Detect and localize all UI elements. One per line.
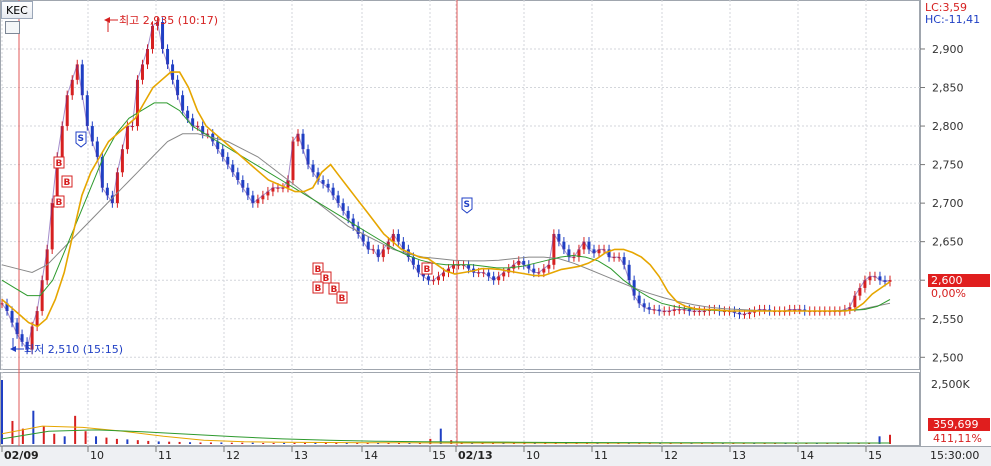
volume-bar [84,431,87,444]
volume-bar [314,442,317,444]
volume-bar [293,442,296,444]
price-panel [0,0,920,370]
high-marker-label: 최고 2,935 (10:17) [119,14,218,27]
time-tick-label: 13 [294,449,308,462]
indicator-hc: HC:-11,41 [925,13,980,26]
current-change: 0,00% [931,287,966,300]
volume-bar [147,440,150,444]
price-tick-label: 2,750 [932,159,964,172]
low-marker-label: 최저 2,510 (15:15) [24,343,123,356]
volume-bar [53,433,56,444]
volume-bar [157,441,160,444]
volume-bar [303,442,306,444]
price-tick-label: 2,500 [932,351,964,364]
volume-bar [168,441,171,444]
buy-signal-glyph: B [331,285,338,295]
sell-signal-glyph: S [464,200,470,210]
volume-bar [105,437,108,444]
time-tick-label: 15 [432,449,446,462]
volume-bar [209,442,212,444]
grid-toggle-icon[interactable] [5,21,20,34]
volume-ratio: 411,11% [933,432,982,445]
time-tick-label: 14 [800,449,814,462]
buy-signal-glyph: B [64,178,71,188]
volume-bar [42,426,45,444]
volume-panel [0,372,920,446]
price-tick-labels: 2,900 2,850 2,800 2,750 2,700 2,650 2,600 2,550… [932,43,964,364]
time-tick-label: 02/13 [458,449,493,462]
symbol-name: KEC [6,3,28,17]
volume-bar [324,443,327,444]
volume-bar [95,436,98,444]
buy-signal-glyph: B [56,159,63,169]
symbol-label[interactable]: KEC [1,1,33,19]
volume-bar [251,442,254,444]
volume-bar [220,442,223,444]
time-tick-label: 13 [732,449,746,462]
volume-bar [21,428,24,444]
volume-bar [230,442,233,444]
time-tick-label: 10 [526,449,540,462]
volume-bar [335,443,338,444]
buy-signal-glyph: B [339,294,346,304]
volume-bar [199,442,202,444]
time-tick-label: 10 [90,449,104,462]
time-tick-label: 14 [364,449,378,462]
time-tick-label: 11 [158,449,172,462]
volume-max-label: 2,500K [931,378,970,391]
volume-current: 359,699 [933,418,979,431]
volume-bar [189,442,192,444]
buy-signal-glyph: B [424,265,431,275]
price-tick-label: 2,800 [932,120,964,133]
stock-chart[interactable]: BBBBBBBBBSS 2,9002,8502,8002,7502,7002,6… [0,0,991,466]
price-tick-label: 2,650 [932,236,964,249]
volume-bar [241,442,244,444]
time-tick-label: 15 [868,449,882,462]
time-tick-label: 11 [594,449,608,462]
time-axis [0,446,991,466]
time-tick-label: 02/09 [4,449,39,462]
volume-bar [1,380,3,444]
volume-bar [272,442,275,444]
buy-signal-glyph: B [56,198,63,208]
price-tick-label: 2,700 [932,197,964,210]
volume-bar [126,439,129,444]
volume-bar [345,443,348,444]
volume-bar [136,440,139,444]
volume-bar [11,420,14,444]
buy-signal-glyph: B [323,274,330,284]
volume-bar [63,436,66,444]
volume-bar [262,442,265,444]
price-tick-label: 2,900 [932,43,964,56]
volume-bar [115,438,118,444]
price-tick-label: 2,550 [932,313,964,326]
buy-signal-glyph: B [315,284,322,294]
time-label: 15:30:00 [930,449,979,462]
price-tick-label: 2,850 [932,82,964,95]
current-price: 2,600 [931,274,963,287]
volume-bar [74,415,77,444]
volume-bar [283,442,286,444]
time-tick-label: 12 [226,449,240,462]
volume-bar [178,441,181,444]
time-tick-label: 12 [664,449,678,462]
buy-signal-glyph: B [315,265,322,275]
sell-signal-glyph: S [78,134,84,144]
